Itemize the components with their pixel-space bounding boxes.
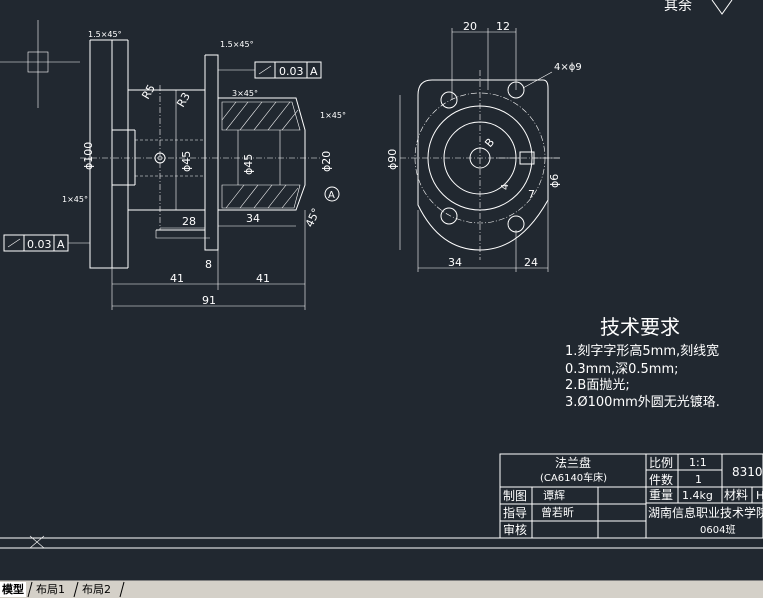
drawn-name: 谭辉 [543,489,565,502]
school-name: 湖南信息职业技术学院 [648,505,763,520]
tab-model[interactable]: 模型 [0,582,26,597]
dia-6-label: ϕ6 [548,174,561,188]
scale-value: 1:1 [689,456,707,469]
tech-line-1: 1.刻字字形高5mm,刻线宽 [565,343,719,359]
weight-label: 重量 [649,488,673,502]
dia-45-bore-label: ϕ45 [242,154,255,175]
datum-a-label: A [328,190,335,201]
cad-drawing: 其余 1.5×45° 1.5×45° R5 R3 3×45° 1×45° 1×4… [0,0,763,549]
dim-28-label: 28 [182,215,196,228]
dim-3x45-label: 3×45° [232,89,258,98]
drawing-canvas[interactable]: 其余 1.5×45° 1.5×45° R5 R3 3×45° 1×45° 1×4… [0,0,763,580]
label-b: B [482,136,497,150]
tab-layout2[interactable]: 布局2 [80,582,113,597]
dim-4-label: 4 [500,184,511,190]
tech-line-3: 2.B面抛光; [565,378,630,393]
tolerance-left-value: 0.03 [27,238,52,251]
holes-label: 4×ϕ9 [554,62,582,73]
class-name: 0604班 [700,524,735,536]
title-block: 法兰盘 (CA6140车床) 比例 1:1 件数 1 83100 重量 1.4k… [499,453,763,539]
roughness-general-label: 其余 [664,0,692,14]
tolerance-frame-top: 0.03 A [218,61,322,79]
material-label: 材料 [724,488,748,502]
weight-value: 1.4kg [682,489,713,502]
drawing-number: 83100 [732,465,763,479]
dim-12-label: 12 [496,20,510,33]
tolerance-top-datum: A [310,65,318,78]
tolerance-top-value: 0.03 [279,65,304,78]
angle-45-label: 45° [303,206,323,229]
tolerance-left-datum: A [57,238,65,251]
scale-label: 比例 [649,456,673,470]
dim-41-right-label: 41 [256,272,270,285]
right-view-dimensions: 20 12 4×ϕ9 ϕ90 ϕ6 B 7 4 34 24 [386,20,582,272]
count-label: 件数 [649,472,673,487]
tech-line-2: 0.3mm,深0.5mm; [565,362,679,377]
dim-1x45-right-label: 1×45° [320,111,346,120]
guide-label: 指导 [503,505,527,520]
radius-r3-label: R3 [174,90,193,109]
dim-1x45-left-label: 1×45° [62,195,88,204]
guide-name: 曾若昕 [541,505,574,519]
crosshair-cursor [0,20,80,108]
left-view-dimensions: 1.5×45° 1.5×45° R5 R3 3×45° 1×45° 1×45° … [3,30,346,310]
dim-91-label: 91 [202,294,216,307]
tech-line-4: 3.Ø100mm外圆无光镀珞. [565,394,720,410]
count-value: 1 [695,473,702,486]
dia-45-inner-label: ϕ45 [180,151,193,172]
dia-90-label: ϕ90 [386,149,399,170]
chamfer-mid-label: 1.5×45° [220,40,254,49]
tolerance-frame-left: 0.03 A [3,234,90,252]
dim-41-left-label: 41 [170,272,184,285]
tech-requirements-title: 技术要求 [600,315,680,339]
dim-20-label: 20 [463,20,477,33]
tech-requirements: 技术要求 1.刻字字形高5mm,刻线宽 0.3mm,深0.5mm; 2.B面抛光… [565,315,720,410]
dim-34-label: 34 [246,212,260,225]
layout-tab-bar: 模型 布局1 布局2 [0,580,763,598]
dia-20-label: ϕ20 [320,151,333,172]
part-name: 法兰盘 [555,455,591,470]
roughness-symbol-icon [711,0,733,15]
part-sub: (CA6140车床) [540,471,607,484]
dia-100-label: ϕ100 [82,142,95,170]
dim-34-right-label: 34 [448,256,462,269]
review-label: 审核 [503,522,527,537]
radius-label: R5 [139,82,158,101]
dim-24-label: 24 [524,256,538,269]
right-end-view [400,70,560,260]
dim-8-label: 8 [205,258,212,271]
tab-layout1[interactable]: 布局1 [34,582,67,597]
dim-7-label: 7 [528,188,535,201]
drawn-label: 制图 [503,489,527,503]
chamfer-top-label: 1.5×45° [88,30,122,39]
material-value: H [756,489,763,502]
